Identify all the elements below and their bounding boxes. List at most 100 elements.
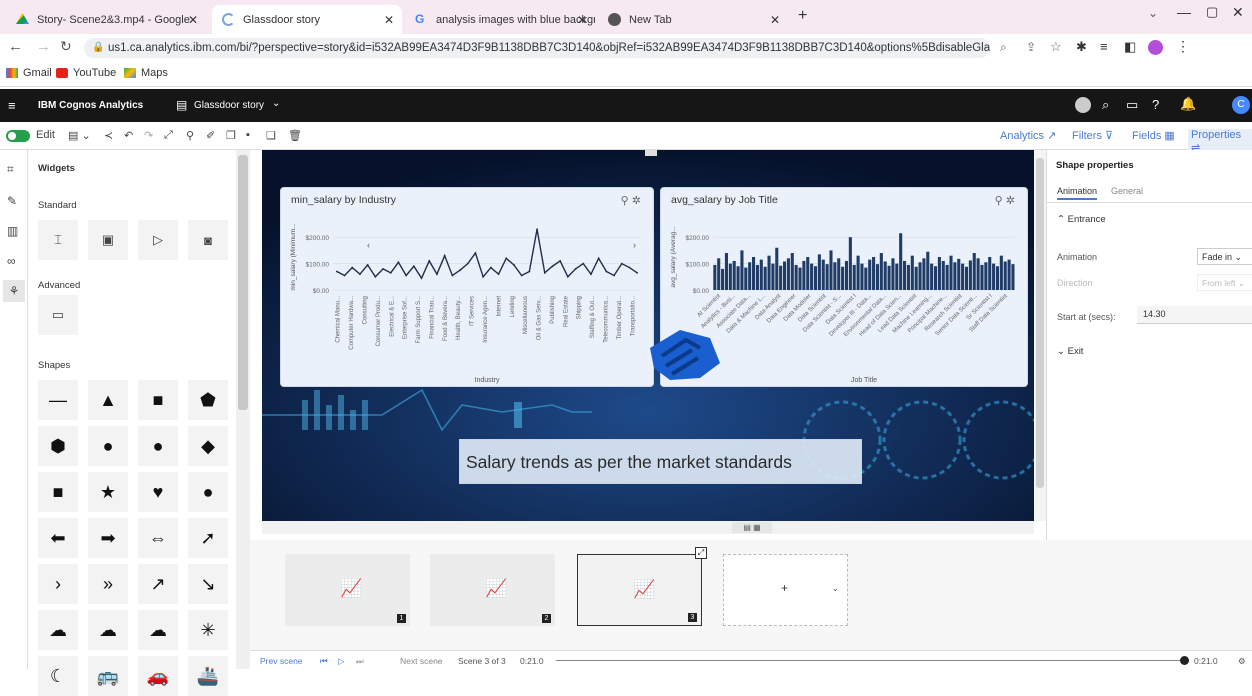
reload-icon[interactable]: ↻ bbox=[60, 38, 72, 55]
shape-item[interactable]: ◆ bbox=[188, 426, 228, 466]
bookmark-gmail[interactable]: Gmail bbox=[6, 67, 52, 79]
timeline-track[interactable] bbox=[556, 660, 1184, 661]
shape-item[interactable]: ★ bbox=[88, 472, 128, 512]
edit-toggle[interactable] bbox=[6, 130, 30, 142]
browser-tab[interactable]: G analysis images with blue backgr ✕ bbox=[405, 5, 595, 34]
shape-item[interactable]: ➚ bbox=[188, 518, 228, 558]
shape-item[interactable]: ☁ bbox=[138, 610, 178, 650]
close-icon[interactable]: ✕ bbox=[384, 13, 394, 27]
close-icon[interactable]: ✕ bbox=[770, 13, 780, 27]
shape-item[interactable]: ☁ bbox=[38, 610, 78, 650]
zoom-icon[interactable]: ⌕ bbox=[1000, 40, 1007, 55]
hamburger-menu-icon[interactable]: ≡ bbox=[8, 98, 16, 113]
widgets-icon[interactable]: ⚘ bbox=[3, 280, 25, 302]
direction-select[interactable]: From left ⌄ bbox=[1197, 274, 1252, 291]
shape-item[interactable]: ⇔ bbox=[138, 518, 178, 558]
duplicate-icon[interactable]: ❏ bbox=[266, 129, 276, 142]
bookmark-maps[interactable]: Maps bbox=[124, 67, 168, 79]
entrance-section[interactable]: ⌃ Entrance bbox=[1057, 214, 1106, 225]
animation-select[interactable]: Fade in ⌄ bbox=[1197, 248, 1252, 265]
shape-item[interactable]: ✳ bbox=[188, 610, 228, 650]
brush-icon[interactable]: ✐ bbox=[206, 129, 215, 142]
image-widget[interactable]: ▣ bbox=[88, 220, 128, 260]
new-tab-button[interactable]: + bbox=[798, 7, 807, 25]
scrollbar-thumb[interactable] bbox=[238, 155, 248, 410]
tab-fields[interactable]: Fields ▦ bbox=[1132, 129, 1175, 142]
undo-icon[interactable]: ↶ bbox=[124, 129, 133, 142]
assistant-icon[interactable] bbox=[1075, 97, 1091, 113]
shape-item[interactable]: ☁ bbox=[88, 610, 128, 650]
tab-filters[interactable]: Filters ⊽ bbox=[1072, 129, 1113, 142]
shape-item[interactable]: ⬅ bbox=[38, 518, 78, 558]
paste-icon[interactable]: ▪ bbox=[246, 129, 250, 141]
help-icon[interactable]: ? bbox=[1152, 97, 1159, 112]
shape-item[interactable]: ⬟ bbox=[188, 380, 228, 420]
chevron-down-icon[interactable]: ⌄ bbox=[272, 98, 280, 109]
shape-item[interactable]: 🚢 bbox=[188, 656, 228, 696]
skip-end-icon[interactable]: ⏭ bbox=[356, 656, 364, 667]
rewind-icon[interactable]: ⏮ bbox=[320, 656, 328, 667]
settings-gear-icon[interactable]: ⚙ bbox=[1238, 656, 1246, 667]
shape-item[interactable]: ■ bbox=[38, 472, 78, 512]
shape-item[interactable]: 🚌 bbox=[88, 656, 128, 696]
text-widget[interactable]: ⌶ bbox=[38, 220, 78, 260]
tab-general[interactable]: General bbox=[1111, 186, 1143, 196]
expand-icon[interactable]: ⤢ bbox=[695, 547, 707, 559]
bookmark-youtube[interactable]: YouTube bbox=[56, 67, 116, 79]
close-icon[interactable]: ✕ bbox=[188, 13, 198, 27]
play-icon[interactable]: ▷ bbox=[338, 656, 345, 667]
link-icon[interactable]: ∞ bbox=[7, 254, 16, 268]
shape-item[interactable]: ⬢ bbox=[38, 426, 78, 466]
shape-item[interactable]: ■ bbox=[138, 380, 178, 420]
scene-thumbnail[interactable]: 📈 1 bbox=[285, 554, 410, 626]
reading-list-icon[interactable]: ≡ bbox=[1100, 39, 1108, 54]
resize-handle[interactable] bbox=[645, 150, 657, 156]
user-avatar[interactable]: C bbox=[1232, 96, 1250, 114]
chart-panel-icons[interactable]: ⚲ ✲ bbox=[621, 194, 641, 207]
profile-avatar[interactable] bbox=[1148, 40, 1163, 55]
forward-arrow-icon[interactable]: → bbox=[36, 38, 51, 55]
share-icon[interactable]: ⇪ bbox=[1026, 40, 1036, 54]
shape-item[interactable]: ↗ bbox=[138, 564, 178, 604]
maximize-button[interactable]: ▢ bbox=[1206, 4, 1218, 20]
next-scene-button[interactable]: Next scene bbox=[400, 656, 443, 666]
delete-icon[interactable]: 🗑 bbox=[288, 129, 302, 142]
timeline-playhead[interactable] bbox=[1180, 656, 1189, 665]
shape-item[interactable]: ➡ bbox=[88, 518, 128, 558]
menu-kebab-icon[interactable]: ⋮ bbox=[1176, 38, 1190, 55]
shape-item[interactable]: ● bbox=[188, 472, 228, 512]
chevron-down-icon[interactable]: ⌄ bbox=[831, 583, 839, 594]
copy-icon[interactable]: ❐ bbox=[226, 129, 236, 142]
canvas-vertical-scrollbar[interactable] bbox=[1034, 150, 1046, 521]
browser-tab[interactable]: New Tab ✕ bbox=[598, 5, 788, 34]
scene-thumbnail[interactable]: 📈 2 bbox=[430, 554, 555, 626]
pin-icon[interactable]: ⚲ bbox=[186, 129, 194, 142]
tab-animation[interactable]: Animation bbox=[1057, 186, 1098, 200]
side-panel-icon[interactable]: ◧ bbox=[1124, 39, 1136, 55]
layout-icon[interactable]: ▤ ⌄ bbox=[68, 129, 91, 142]
shape-item[interactable]: ↘ bbox=[188, 564, 228, 604]
minimize-button[interactable]: — bbox=[1177, 4, 1191, 20]
notification-bell-icon[interactable]: 🔔 bbox=[1180, 96, 1196, 112]
chart-panel-min-salary[interactable]: min_salary by Industry ⚲ ✲ $0.00 $100.00 $… bbox=[280, 187, 654, 387]
shape-item[interactable]: ☾ bbox=[38, 656, 78, 696]
shape-item[interactable]: — bbox=[38, 380, 78, 420]
extensions-icon[interactable]: ✱ bbox=[1076, 39, 1087, 55]
shape-item[interactable]: › bbox=[38, 564, 78, 604]
share-icon[interactable]: ≺ bbox=[104, 129, 113, 142]
redo-icon[interactable]: ↷ bbox=[144, 129, 153, 142]
pin-icon[interactable]: ✎ bbox=[7, 194, 17, 208]
exit-section[interactable]: ⌄ Exit bbox=[1057, 346, 1083, 357]
chart-icon[interactable]: ▥ bbox=[7, 224, 18, 238]
shape-item[interactable]: ● bbox=[138, 426, 178, 466]
back-arrow-icon[interactable]: ← bbox=[8, 38, 23, 55]
shape-item[interactable]: ● bbox=[88, 426, 128, 466]
prev-scene-button[interactable]: Prev scene bbox=[260, 656, 303, 666]
advanced-widget[interactable]: ▭ bbox=[38, 295, 78, 335]
search-icon[interactable]: ⌕ bbox=[1102, 97, 1109, 113]
media-widget[interactable]: ▷ bbox=[138, 220, 178, 260]
scene-thumbnail-active[interactable]: 📈 3 ⤢ bbox=[577, 547, 707, 626]
tab-search-icon[interactable]: ⌄ bbox=[1148, 6, 1158, 20]
browser-tab[interactable]: Story- Scene2&3.mp4 - Google ✕ bbox=[6, 5, 206, 34]
browser-tab-active[interactable]: Glassdoor story ✕ bbox=[212, 5, 402, 34]
